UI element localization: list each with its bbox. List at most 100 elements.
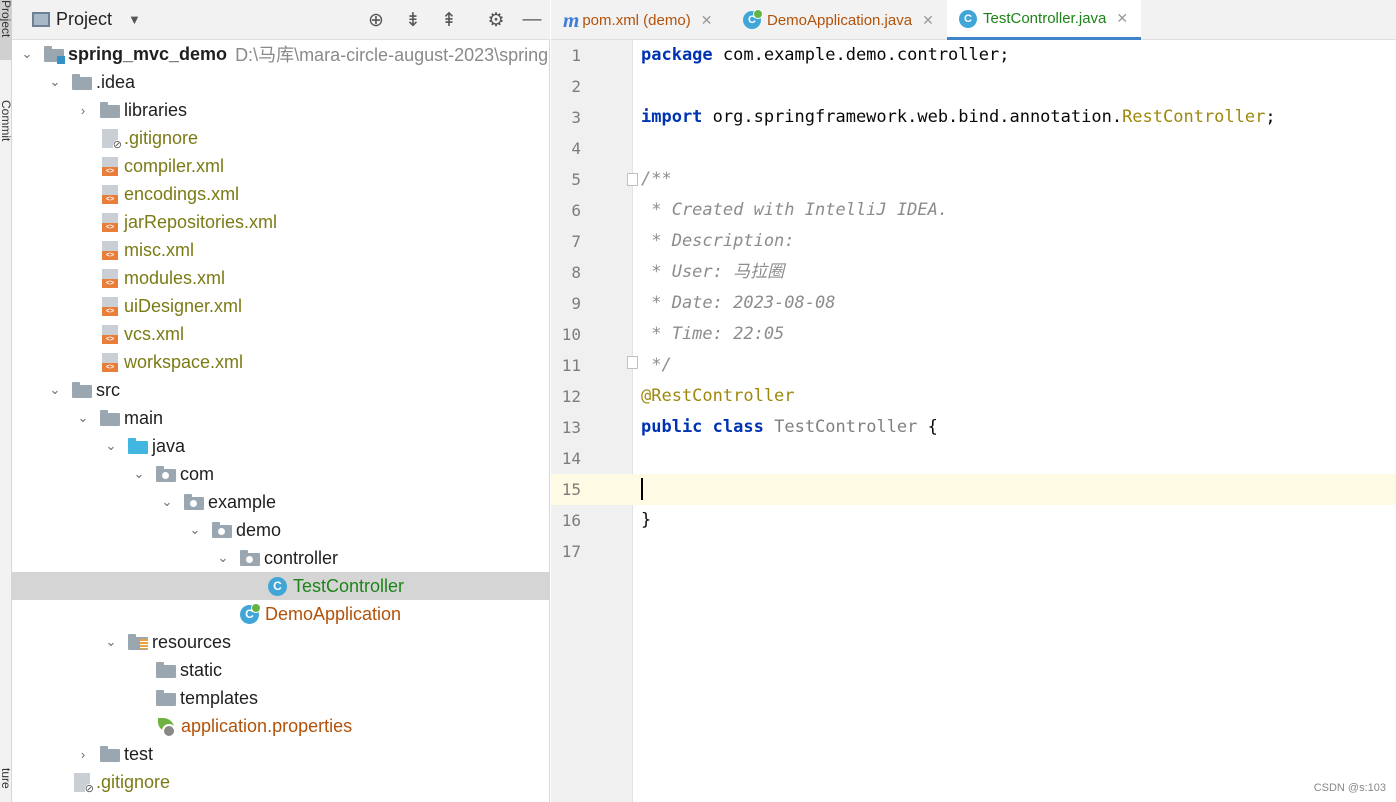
comment-line: * Date: 2023-08-08 [641, 293, 836, 313]
chevron-down-icon[interactable]: ▼ [128, 12, 141, 27]
source-folder-icon [128, 438, 148, 454]
tree-item-label: demo [236, 519, 282, 540]
chevron-right-icon[interactable]: › [76, 747, 90, 762]
expand-all-icon[interactable]: ⇟ [401, 8, 425, 32]
spring-boot-class-icon: C [743, 9, 763, 29]
tree-item-root-gitignore[interactable]: .gitignore [12, 768, 550, 796]
package-icon [212, 522, 232, 538]
tree-item-controller[interactable]: ⌄ controller [12, 544, 550, 572]
tree-item-testcontroller[interactable]: C TestController [12, 572, 550, 600]
tab-label: pom.xml (demo) [582, 11, 691, 29]
tree-item-src[interactable]: ⌄ src [12, 376, 550, 404]
tab-testcontroller[interactable]: C TestController.java ✕ [947, 0, 1141, 40]
tree-item-label: static [180, 659, 223, 680]
keyword: package [641, 45, 713, 65]
close-icon[interactable]: ✕ [1116, 10, 1128, 27]
tree-item-libraries[interactable]: › libraries [12, 96, 550, 124]
tree-item-main[interactable]: ⌄ main [12, 404, 550, 432]
tree-item-idea[interactable]: ⌄ .idea [12, 68, 550, 96]
package-icon [240, 550, 260, 566]
chevron-down-icon[interactable]: ⌄ [104, 438, 118, 454]
tree-item-label: java [152, 435, 186, 456]
crosshair-icon[interactable]: ⊕ [364, 8, 388, 32]
class-icon: C [268, 576, 287, 596]
tool-window-strip: Project Commit ture [0, 0, 13, 802]
module-path: D:\马库\mara-circle-august-2023\spring [235, 45, 549, 65]
tree-item-com[interactable]: ⌄ com [12, 460, 550, 488]
tree-item-example[interactable]: ⌄ example [12, 488, 550, 516]
project-panel-header: Project ▼ ⊕ ⇟ ⇞ ⚙ — [12, 0, 550, 40]
line-number: 4 [571, 139, 581, 158]
xml-file-icon [102, 352, 118, 372]
line-number: 11 [561, 356, 581, 375]
folder-icon [100, 746, 120, 762]
line-number: 3 [571, 108, 581, 127]
tree-item-modules-xml[interactable]: modules.xml [12, 264, 550, 292]
chevron-down-icon[interactable]: ⌄ [48, 382, 62, 398]
tab-label: DemoApplication.java [767, 11, 913, 29]
close-icon[interactable]: ✕ [922, 12, 934, 29]
class-icon: C [959, 9, 977, 28]
tree-item-java[interactable]: ⌄ java [12, 432, 550, 460]
close-icon[interactable]: ✕ [701, 12, 713, 29]
module-folder-icon [44, 46, 65, 64]
ignored-file-icon [74, 772, 94, 795]
code-area[interactable]: package com.example.demo.controller; imp… [633, 40, 1396, 802]
tree-item-workspace-xml[interactable]: workspace.xml [12, 348, 550, 376]
chevron-down-icon[interactable]: ⌄ [104, 634, 118, 650]
commit-tool-tab[interactable]: Commit [0, 100, 13, 190]
tree-item-jarrepositories-xml[interactable]: jarRepositories.xml [12, 208, 550, 236]
chevron-down-icon[interactable]: ⌄ [48, 74, 62, 90]
chevron-down-icon[interactable]: ⌄ [188, 522, 202, 538]
chevron-down-icon[interactable]: ⌄ [76, 410, 90, 426]
tree-item-label: templates [180, 687, 259, 708]
keyword: class [712, 417, 764, 437]
project-tool-tab[interactable]: Project [0, 0, 13, 60]
line-number: 14 [561, 449, 581, 468]
current-line[interactable] [633, 474, 1396, 505]
tree-item-label: workspace.xml [124, 351, 244, 372]
project-view-selector[interactable]: Project ▼ [32, 9, 141, 30]
chevron-right-icon[interactable]: › [76, 103, 90, 118]
code-line: import org.springframework.web.bind.anno… [633, 102, 1396, 133]
tree-item-resources[interactable]: ⌄ resources [12, 628, 550, 656]
minimize-icon[interactable]: — [520, 8, 544, 32]
chevron-down-icon[interactable]: ⌄ [160, 494, 174, 510]
tree-item-label: src [96, 379, 120, 400]
tree-item-label: TestController [293, 575, 405, 596]
chevron-down-icon[interactable]: ⌄ [216, 550, 230, 566]
comment-line: * User: 马拉圈 [641, 262, 785, 282]
chevron-down-icon[interactable]: ⌄ [20, 46, 34, 62]
ignored-file-icon [102, 128, 122, 151]
collapse-all-icon[interactable]: ⇞ [437, 8, 461, 32]
tree-item-misc-xml[interactable]: misc.xml [12, 236, 550, 264]
tab-pom-xml[interactable]: m pom.xml (demo) ✕ [551, 0, 731, 40]
tree-item-uidesigner-xml[interactable]: uiDesigner.xml [12, 292, 550, 320]
tree-item-encodings-xml[interactable]: encodings.xml [12, 180, 550, 208]
tree-item-demo[interactable]: ⌄ demo [12, 516, 550, 544]
line-number: 9 [571, 294, 581, 313]
tree-item-application-properties[interactable]: application.properties [12, 712, 550, 740]
tree-item-test[interactable]: › test [12, 740, 550, 768]
tree-item-gitignore[interactable]: .gitignore [12, 124, 550, 152]
tree-item-label: application.properties [181, 715, 353, 736]
tree-item-static[interactable]: static [12, 656, 550, 684]
line-number: 7 [571, 232, 581, 251]
tree-item-templates[interactable]: templates [12, 684, 550, 712]
structure-tool-tab[interactable]: ture [0, 768, 13, 802]
tree-item-vcs-xml[interactable]: vcs.xml [12, 320, 550, 348]
tree-item-label: jarRepositories.xml [124, 211, 278, 232]
folder-icon [72, 382, 92, 398]
tab-demoapplication[interactable]: C DemoApplication.java ✕ [731, 0, 944, 40]
tree-item-spring-mvc-demo[interactable]: ⌄ spring_mvc_demo D:\马库\mara-circle-augu… [12, 40, 550, 68]
package-icon [184, 494, 204, 510]
tree-item-label: main [124, 407, 164, 428]
tree-item-demoapplication[interactable]: C DemoApplication [12, 600, 550, 628]
gear-icon[interactable]: ⚙ [484, 8, 508, 32]
tree-item-compiler-xml[interactable]: compiler.xml [12, 152, 550, 180]
chevron-down-icon[interactable]: ⌄ [132, 466, 146, 482]
annotation-line: @RestController [641, 386, 795, 406]
text-caret [641, 478, 643, 500]
code-line: public class TestController { [633, 412, 1396, 443]
xml-file-icon [102, 184, 118, 204]
